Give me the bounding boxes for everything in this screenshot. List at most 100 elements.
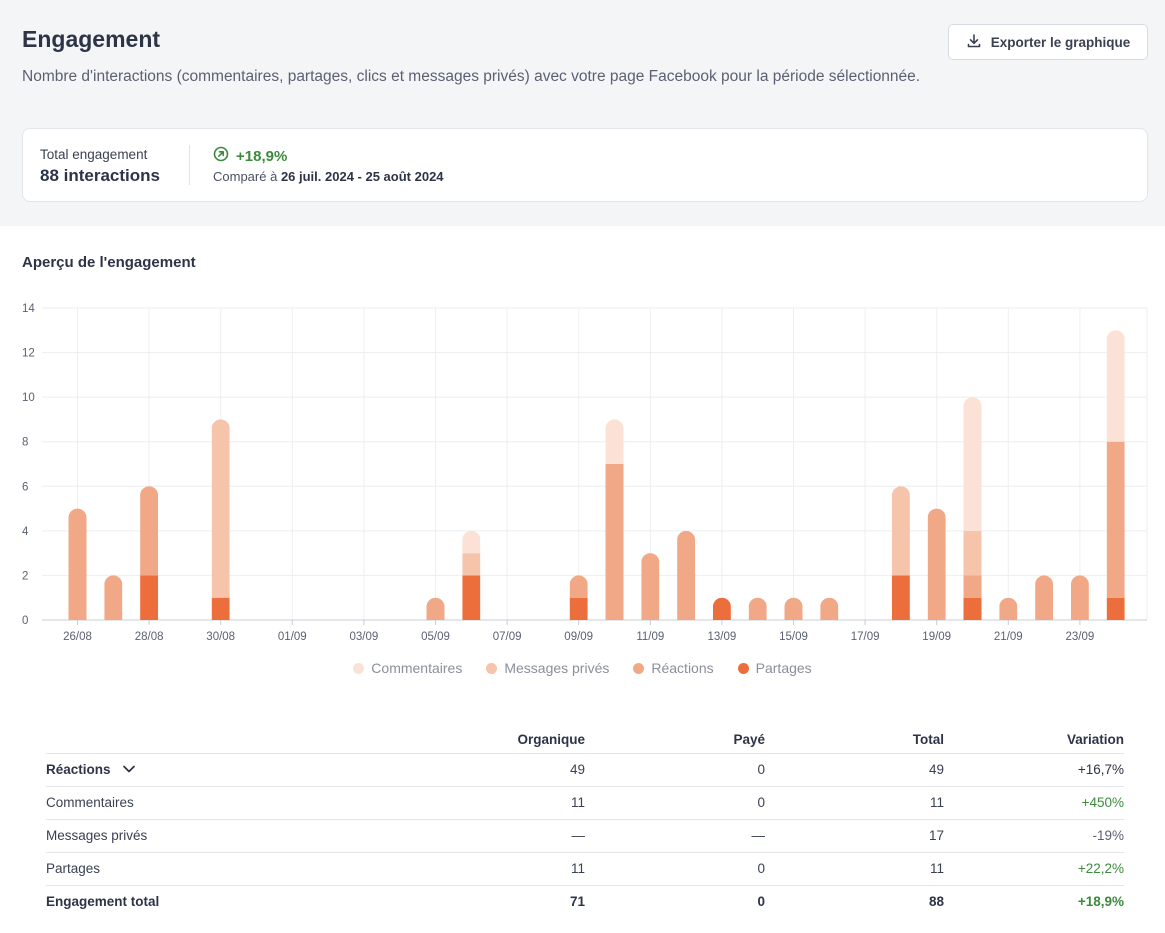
cell-organique: 49 [346, 753, 585, 787]
bar-stack-11-09[interactable] [641, 553, 660, 620]
bar-segment-messages-priv-s[interactable] [462, 553, 481, 576]
cell-variation: +450% [944, 786, 1124, 820]
bar-segment-messages-priv-s[interactable] [963, 530, 982, 576]
y-tick-label: 10 [22, 392, 35, 404]
bar-stack-10-09[interactable] [605, 419, 624, 620]
bar-stack-30-08[interactable] [211, 419, 230, 620]
legend-item-reactions[interactable]: Réactions [633, 660, 714, 676]
bar-stack-20-09[interactable] [963, 397, 982, 620]
bar-stack-06-09[interactable] [462, 530, 481, 620]
engagement-chart: 0 2 4 6 8 10 12 14 26/08 28/08 30/08 01/09 03/09 05/0… [22, 303, 1148, 640]
bar-segment-r-actions[interactable] [104, 575, 123, 620]
y-tick-label: 12 [22, 348, 35, 360]
cell-paye: 0 [585, 753, 765, 787]
export-chart-button[interactable]: Exporter le graphique [948, 24, 1148, 60]
cell-variation: +18,9% [1077, 894, 1124, 910]
y-tick-label: 6 [22, 481, 28, 493]
bar-segment-partages[interactable] [963, 597, 982, 620]
legend-item-partages[interactable]: Partages [737, 660, 812, 676]
bar-segment-partages[interactable] [712, 597, 731, 620]
table-row-reactions[interactable]: Réactions 49 0 49 +16,7% [46, 753, 1124, 787]
legend-item-messages-prives[interactable]: Messages privés [486, 660, 609, 676]
row-label: Réactions [46, 761, 111, 777]
bar-segment-r-actions[interactable] [641, 553, 660, 620]
legend-label: Messages privés [504, 660, 610, 676]
bar-segment-commentaires[interactable] [963, 397, 982, 531]
bar-stack-21-09[interactable] [999, 597, 1018, 620]
bar-segment-r-actions[interactable] [1070, 575, 1089, 620]
bar-segment-partages[interactable] [891, 575, 910, 620]
legend-item-commentaires[interactable]: Commentaires [353, 660, 462, 676]
bar-segment-r-actions[interactable] [963, 575, 982, 598]
header-variation: Variation [944, 726, 1124, 754]
bar-stack-09-09[interactable] [569, 575, 588, 620]
bar-stack-05-09[interactable] [426, 597, 445, 620]
bar-segment-r-actions[interactable] [927, 508, 946, 620]
bar-segment-messages-priv-s[interactable] [891, 486, 910, 576]
bar-segment-r-actions[interactable] [1035, 575, 1054, 620]
bar-segment-r-actions[interactable] [140, 486, 159, 576]
bar-segment-commentaires[interactable] [1106, 330, 1125, 442]
cell-variation: -19% [944, 819, 1124, 853]
bar-stack-26-08[interactable] [68, 508, 87, 620]
cell-organique: — [346, 819, 585, 853]
cell-variation: +22,2% [944, 852, 1124, 886]
bar-stack-13-09[interactable] [712, 597, 731, 620]
bar-segment-partages[interactable] [1106, 597, 1125, 620]
bar-stack-24-09[interactable] [1106, 330, 1125, 620]
cell-paye: 0 [757, 894, 765, 910]
bar-segment-r-actions[interactable] [820, 597, 839, 620]
header-organique: Organique [346, 726, 585, 754]
bar-segment-messages-priv-s[interactable] [211, 419, 230, 598]
change-indicator: +18,9% [213, 146, 287, 166]
bar-segment-partages[interactable] [462, 575, 481, 620]
bar-stack-19-09[interactable] [927, 508, 946, 620]
x-tick-label: 05/09 [421, 631, 450, 640]
bar-stack-27-08[interactable] [104, 575, 123, 620]
engagement-table: Organique Payé Total Variation Réactions… [46, 726, 1124, 918]
chevron-down-icon[interactable] [122, 762, 136, 777]
bar-segment-r-actions[interactable] [605, 464, 624, 620]
bar-stack-14-09[interactable] [748, 597, 767, 620]
row-label-cell[interactable]: Réactions [46, 753, 346, 787]
header-total: Total [765, 726, 944, 754]
bar-stack-28-08[interactable] [140, 486, 159, 620]
bar-stack-12-09[interactable] [677, 530, 696, 620]
total-engagement-label: Total engagement [40, 147, 148, 162]
bar-stack-18-09[interactable] [891, 486, 910, 620]
bar-segment-partages[interactable] [569, 597, 588, 620]
bar-segment-partages[interactable] [140, 575, 159, 620]
cell-total: 17 [765, 819, 944, 853]
x-tick-label: 09/09 [564, 631, 593, 640]
bar-stack-23-09[interactable] [1070, 575, 1089, 620]
row-label: Partages [46, 852, 346, 886]
bar-segment-r-actions[interactable] [784, 597, 803, 620]
cell-paye: 0 [585, 852, 765, 886]
download-icon [966, 33, 982, 52]
header-panel: Engagement Nombre d'interactions (commen… [0, 0, 1165, 226]
bar-segment-commentaires[interactable] [605, 419, 624, 464]
header-paye: Payé [585, 726, 765, 754]
row-label: Commentaires [46, 786, 346, 820]
x-tick-label: 13/09 [708, 631, 737, 640]
y-tick-label: 0 [22, 615, 28, 627]
bar-stack-16-09[interactable] [820, 597, 839, 620]
bar-stack-22-09[interactable] [1035, 575, 1054, 620]
bar-segment-commentaires[interactable] [462, 530, 481, 554]
compare-range: 26 juil. 2024 - 25 août 2024 [280, 169, 444, 184]
x-tick-label: 03/09 [350, 631, 379, 640]
bar-stack-15-09[interactable] [784, 597, 803, 620]
legend-dot-reactions [633, 662, 645, 674]
bar-segment-r-actions[interactable] [748, 597, 767, 620]
x-tick-label: 11/09 [636, 631, 664, 640]
bar-segment-r-actions[interactable] [569, 575, 588, 598]
bar-segment-partages[interactable] [211, 597, 230, 620]
bar-segment-r-actions[interactable] [426, 597, 445, 620]
bar-segment-r-actions[interactable] [999, 597, 1018, 620]
bar-segment-r-actions[interactable] [1106, 441, 1125, 598]
x-tick-label: 28/08 [135, 631, 164, 640]
bar-segment-r-actions[interactable] [677, 530, 696, 620]
cell-total: 49 [765, 753, 944, 787]
x-tick-label: 30/08 [206, 631, 235, 640]
bar-segment-r-actions[interactable] [68, 508, 87, 620]
